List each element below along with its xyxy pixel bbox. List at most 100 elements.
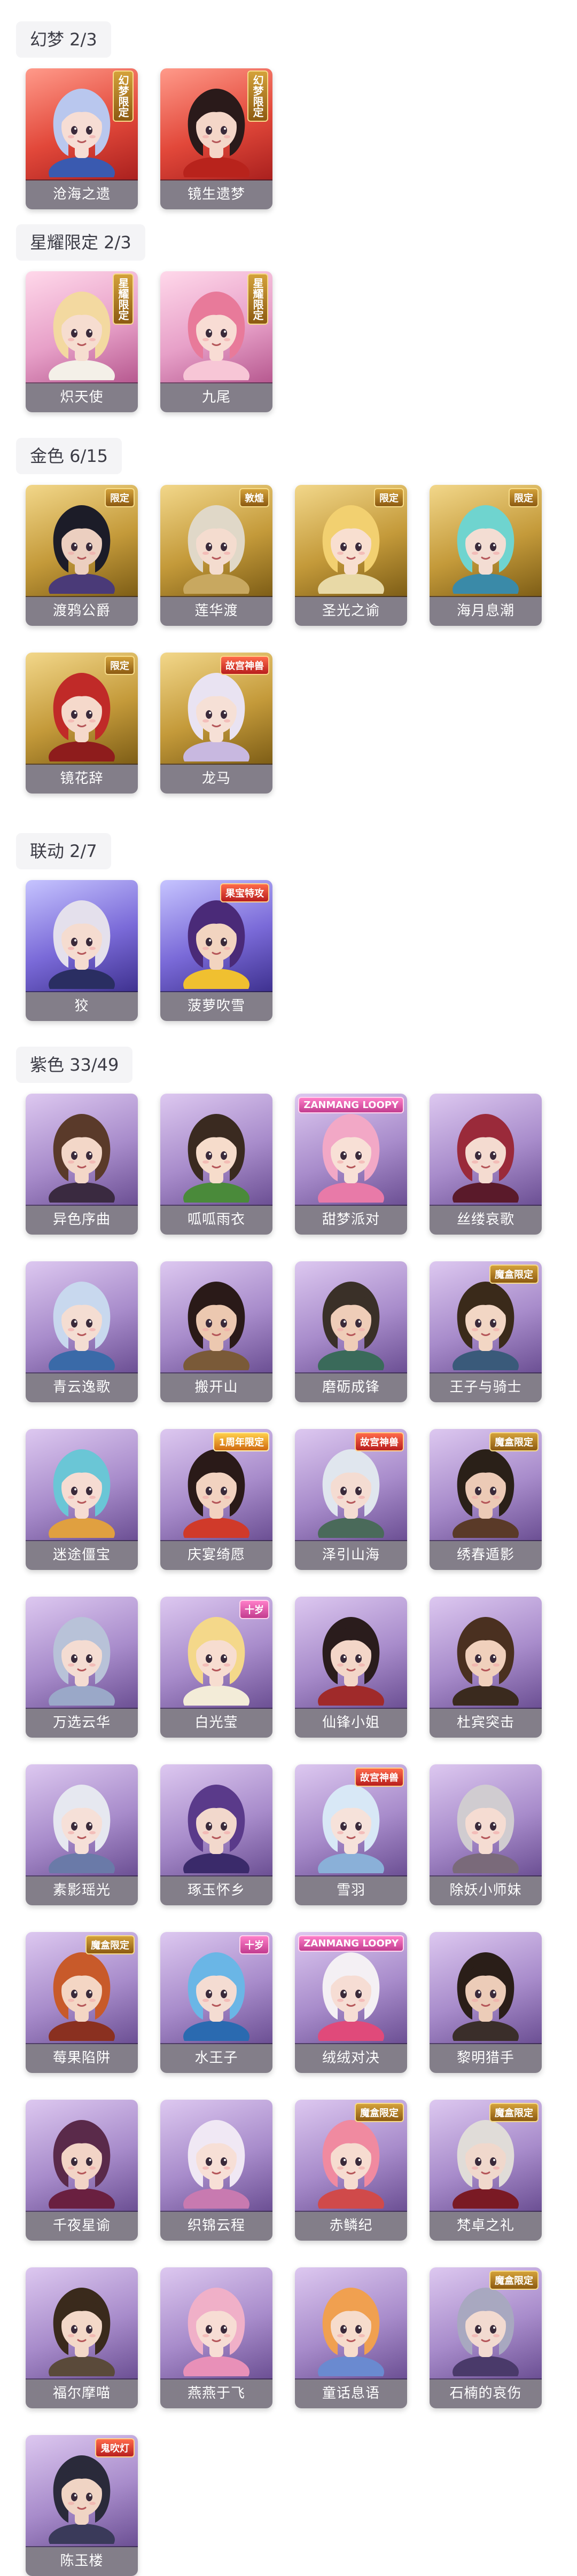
section-header[interactable]: 联动 2/7 <box>16 833 111 869</box>
skin-card[interactable]: 鬼吹灯陈玉楼 <box>26 2435 138 2576</box>
character-portrait-icon <box>183 1282 249 1370</box>
skin-card[interactable]: 故宫神兽 雪羽 <box>295 1764 407 1905</box>
skin-name: 陈玉楼 <box>26 2546 138 2576</box>
skin-card[interactable]: 迷途僵宝 <box>26 1429 138 1570</box>
skin-card[interactable]: 丝缕哀歌 <box>430 1094 542 1235</box>
skin-name: 黎明猎手 <box>430 2043 542 2073</box>
skin-card[interactable]: 魔盒限定 绣春遁影 <box>430 1429 542 1570</box>
character-portrait-icon <box>453 1952 519 2041</box>
skin-name: 莲华渡 <box>160 596 272 626</box>
skin-name: 搬开山 <box>160 1372 272 1402</box>
skin-name: 织锦云程 <box>160 2211 272 2241</box>
skin-name: 甜梦派对 <box>295 1205 407 1235</box>
limited-badge: 限定 <box>509 488 539 507</box>
skin-card[interactable]: 限定 海月息潮 <box>430 485 542 626</box>
skin-card[interactable]: 燕燕于飞 <box>160 2267 272 2408</box>
skin-card[interactable]: 幻梦限定 镜生遗梦 <box>160 68 272 209</box>
skin-card[interactable]: 狡 <box>26 880 138 1021</box>
skin-card[interactable]: 杜宾突击 <box>430 1597 542 1738</box>
skin-card[interactable]: 敦煌莲华渡 <box>160 485 272 626</box>
section-header[interactable]: 幻梦 2/3 <box>16 21 111 58</box>
skin-card[interactable]: 故宫神兽 泽引山海 <box>295 1429 407 1570</box>
skin-name: 石楠的哀伤 <box>430 2378 542 2408</box>
skin-card[interactable]: 福尔摩喵 <box>26 2267 138 2408</box>
skin-card[interactable]: 织锦云程 <box>160 2100 272 2241</box>
character-portrait-icon <box>453 2288 519 2376</box>
skin-card[interactable]: 异色序曲 <box>26 1094 138 1235</box>
character-portrait-icon <box>49 1114 115 1203</box>
skin-artwork <box>26 2100 138 2212</box>
skin-card[interactable]: 限定 渡鸦公爵 <box>26 485 138 626</box>
skin-card[interactable]: ZANMANG LOOPY 甜梦派对 <box>295 1094 407 1235</box>
skin-name: 磨砺成锋 <box>295 1372 407 1402</box>
character-portrait-icon <box>318 1282 384 1370</box>
section-header[interactable]: 金色 6/15 <box>16 438 122 474</box>
skin-artwork <box>430 1932 542 2044</box>
skin-artwork <box>26 1597 138 1709</box>
skin-artwork <box>160 1261 272 1373</box>
skin-name: 龙马 <box>160 764 272 794</box>
skin-card[interactable]: 呱呱雨衣 <box>160 1094 272 1235</box>
limited-badge: 1周年限定 <box>213 1432 269 1451</box>
skin-card[interactable]: 星耀限定 炽天使 <box>26 271 138 412</box>
skin-card[interactable]: 黎明猎手 <box>430 1932 542 2073</box>
skin-name: 梵卓之礼 <box>430 2211 542 2241</box>
character-portrait-icon <box>183 89 249 177</box>
character-portrait-icon <box>49 1449 115 1538</box>
character-portrait-icon <box>318 1617 384 1706</box>
skin-name: 素影瑶光 <box>26 1875 138 1905</box>
skin-card[interactable]: ZANMANG LOOPY 绒绒对决 <box>295 1932 407 2073</box>
limited-badge: 星耀限定 <box>113 273 134 325</box>
section-header[interactable]: 星耀限定 2/3 <box>16 224 145 261</box>
skin-card[interactable]: 童话息语 <box>295 2267 407 2408</box>
character-portrait-icon <box>183 1114 249 1203</box>
skin-artwork <box>295 1261 407 1373</box>
skin-card[interactable]: 幻梦限定 沧海之遗 <box>26 68 138 209</box>
skin-card[interactable]: 1周年限定 庆宴绮愿 <box>160 1429 272 1570</box>
character-portrait-icon <box>183 1952 249 2041</box>
limited-badge: 敦煌 <box>239 488 269 507</box>
skin-card[interactable]: 素影瑶光 <box>26 1764 138 1905</box>
skin-card[interactable]: 搬开山 <box>160 1261 272 1402</box>
skin-artwork <box>295 2267 407 2379</box>
skin-card[interactable]: 故宫神兽 龙马 <box>160 653 272 794</box>
skin-card[interactable]: 魔盒限定 王子与骑士 <box>430 1261 542 1402</box>
skin-card[interactable]: 限定 圣光之谕 <box>295 485 407 626</box>
skin-card[interactable]: 千夜星谕 <box>26 2100 138 2241</box>
skin-name: 圣光之谕 <box>295 596 407 626</box>
skin-artwork <box>160 2267 272 2379</box>
skin-card[interactable]: 魔盒限定 梵卓之礼 <box>430 2100 542 2241</box>
limited-badge: 魔盒限定 <box>355 2103 404 2122</box>
section-header[interactable]: 紫色 33/49 <box>16 1047 133 1083</box>
limited-badge: 星耀限定 <box>247 273 268 325</box>
limited-badge: 鬼吹灯 <box>95 2438 135 2457</box>
skin-card[interactable]: 琢玉怀乡 <box>160 1764 272 1905</box>
skin-name: 水王子 <box>160 2043 272 2073</box>
limited-badge: 果宝特攻 <box>220 883 269 902</box>
skin-card[interactable]: 十岁 白光莹 <box>160 1597 272 1738</box>
skin-card[interactable]: 除妖小师妹 <box>430 1764 542 1905</box>
skin-name: 菠萝吹雪 <box>160 991 272 1021</box>
skin-name: 丝缕哀歌 <box>430 1205 542 1235</box>
skin-name: 福尔摩喵 <box>26 2378 138 2408</box>
skin-artwork <box>295 1597 407 1709</box>
skin-card[interactable]: 万选云华 <box>26 1597 138 1738</box>
skin-card[interactable]: 十岁 水王子 <box>160 1932 272 2073</box>
skin-name: 赤鳞纪 <box>295 2211 407 2241</box>
limited-badge: ZANMANG LOOPY <box>298 1097 404 1113</box>
limited-badge: 限定 <box>105 656 135 675</box>
skin-card[interactable]: 限定 镜花辞 <box>26 653 138 794</box>
skin-card[interactable]: 星耀限定 九尾 <box>160 271 272 412</box>
character-portrait-icon <box>318 2288 384 2376</box>
skin-card[interactable]: 果宝特攻菠萝吹雪 <box>160 880 272 1021</box>
skin-card[interactable]: 魔盒限定赤鳞纪 <box>295 2100 407 2241</box>
skin-name: 渡鸦公爵 <box>26 596 138 626</box>
skin-card[interactable]: 魔盒限定 莓果陷阱 <box>26 1932 138 2073</box>
skin-card[interactable]: 仙锋小姐 <box>295 1597 407 1738</box>
skin-card[interactable]: 磨砺成锋 <box>295 1261 407 1402</box>
skin-card[interactable]: 魔盒限定 石楠的哀伤 <box>430 2267 542 2408</box>
character-portrait-icon <box>318 1114 384 1203</box>
character-portrait-icon <box>49 2455 115 2544</box>
character-portrait-icon <box>49 292 115 380</box>
skin-card[interactable]: 青云逸歌 <box>26 1261 138 1402</box>
